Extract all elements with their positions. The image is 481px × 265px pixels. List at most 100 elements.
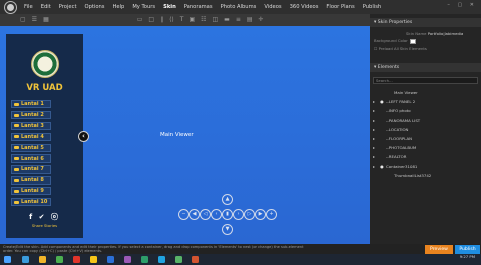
floor-button-8[interactable]: Lantai 8	[11, 176, 51, 185]
share-label[interactable]: Share Stories	[6, 223, 83, 228]
skin-properties-title[interactable]: ▾ Skin Properties	[370, 18, 481, 27]
skin-name-field[interactable]: Portfolio|labimedia	[428, 31, 464, 36]
container-tool-icon[interactable]: ▭	[137, 14, 143, 26]
floor-button-4[interactable]: Lantai 4	[11, 132, 51, 141]
skin-canvas[interactable]: VR UAD Lantai 1 Lantai 2 Lantai 3 Lantai 4L…	[0, 26, 370, 244]
floor-button-1[interactable]: Lantai 1	[11, 100, 51, 109]
menu-skin[interactable]: Skin	[159, 0, 180, 14]
menu-file[interactable]: File	[20, 0, 37, 14]
collapse-panel-button[interactable]: ‹	[78, 131, 89, 142]
zoom-in-icon[interactable]: +	[266, 209, 277, 220]
align-tool-icon[interactable]: ≡	[236, 14, 241, 26]
text-tool-icon[interactable]: T	[180, 14, 184, 26]
square-tool-icon[interactable]: □	[148, 14, 154, 26]
floor-button-2[interactable]: Lantai 2	[11, 110, 51, 120]
tree-row[interactable]: ▸ --FLOORPLAN	[370, 134, 481, 143]
tree-row[interactable]: ThumbnailList3742	[370, 171, 481, 180]
menu-360-videos[interactable]: 360 Videos	[286, 0, 323, 14]
rotate-left-icon[interactable]: ◀	[189, 209, 200, 220]
layer-tool-icon[interactable]: ☰	[32, 14, 37, 26]
tree-row[interactable]: ▸ --PANORAMA LIST	[370, 116, 481, 125]
code-tool-icon[interactable]: ⟨⟩	[169, 14, 174, 26]
tree-row[interactable]: Main Viewer	[370, 88, 481, 97]
window-controls[interactable]: – ▢ ✕	[447, 2, 477, 8]
elements-search-input[interactable]: Search...	[373, 77, 478, 84]
expand-arrow-icon[interactable]: ▸	[370, 164, 378, 169]
background-color-swatch[interactable]	[409, 38, 416, 44]
tree-row[interactable]: ▸ --LOCATION	[370, 125, 481, 134]
taskbar-app-icon[interactable]	[141, 256, 148, 263]
expand-arrow-icon[interactable]: ▸	[370, 99, 378, 104]
floor-button-3[interactable]: Lantai 3	[11, 121, 51, 131]
tree-row[interactable]: ▸ --PHOTOALBUM	[370, 143, 481, 152]
visibility-eye-icon[interactable]: ●	[378, 99, 386, 104]
taskbar-app-icon[interactable]	[22, 256, 29, 263]
arrow-up-icon[interactable]: ▲	[222, 194, 233, 205]
table-tool-icon[interactable]: ▤	[247, 14, 253, 26]
play-icon[interactable]: ▮	[222, 209, 233, 220]
social-icons[interactable]: f ✔ ⓞ	[6, 212, 83, 222]
left-panel[interactable]: VR UAD Lantai 1 Lantai 2 Lantai 3 Lantai 4L…	[6, 34, 83, 238]
floor-button-9[interactable]: Lantai 9	[11, 187, 51, 196]
taskbar-app-icon[interactable]	[39, 256, 46, 263]
arrow-right-icon[interactable]: ▷	[244, 209, 255, 220]
minus-tool-icon[interactable]: ▬	[224, 14, 230, 26]
expand-arrow-icon[interactable]: ▸	[370, 118, 378, 123]
expand-arrow-icon[interactable]: ▸	[370, 154, 378, 159]
menu-edit[interactable]: Edit	[37, 0, 55, 14]
floor-button-6[interactable]: Lantai 6	[11, 154, 51, 163]
menu-project[interactable]: Project	[55, 0, 81, 14]
expand-arrow-icon[interactable]: ▸	[370, 136, 378, 141]
menu-floor-plans[interactable]: Floor Plans	[322, 0, 358, 14]
move-tool-icon[interactable]: ✛	[259, 14, 264, 26]
tree-row[interactable]: ▸ --REALTOR	[370, 152, 481, 161]
menu-help[interactable]: Help	[109, 0, 129, 14]
menu-publish[interactable]: Publish	[359, 0, 386, 14]
taskbar-app-icon[interactable]	[73, 256, 80, 263]
background-color-row[interactable]: Background Color	[374, 38, 416, 44]
grid-tool-icon[interactable]: ▦	[43, 14, 49, 26]
next-pano-icon[interactable]: ›	[233, 209, 244, 220]
rotate-right-icon[interactable]: ▶	[255, 209, 266, 220]
list-tool-icon[interactable]: ☷	[201, 14, 206, 26]
image-tool-icon[interactable]: ▣	[189, 14, 195, 26]
taskbar-app-icon[interactable]	[56, 256, 63, 263]
select-tool-icon[interactable]: ▢	[20, 14, 26, 26]
menu-photo-albums[interactable]: Photo Albums	[217, 0, 261, 14]
taskbar-app-icon[interactable]	[90, 256, 97, 263]
expand-arrow-icon[interactable]: ▸	[370, 145, 378, 150]
floor-list: Lantai 1 Lantai 2 Lantai 3 Lantai 4 Lantai 5…	[11, 100, 51, 209]
web-tool-icon[interactable]: ◫	[213, 14, 219, 26]
menu-options[interactable]: Options	[80, 0, 108, 14]
start-menu-icon[interactable]	[4, 256, 11, 263]
floor-button-10[interactable]: Lantai 10	[11, 198, 51, 207]
link-tool-icon[interactable]: ∥	[160, 14, 163, 26]
zoom-out-icon[interactable]: −	[178, 209, 189, 220]
tree-row[interactable]: ▸ --INFO photo	[370, 106, 481, 115]
prev-pano-icon[interactable]: ‹	[211, 209, 222, 220]
visibility-eye-icon[interactable]: ●	[378, 164, 386, 169]
taskbar-app-icon[interactable]	[107, 256, 114, 263]
app-logo-icon[interactable]	[0, 0, 20, 14]
system-tray[interactable]: 9:27 PM	[460, 254, 475, 260]
floor-button-5[interactable]: Lantai 5	[11, 143, 51, 152]
expand-arrow-icon[interactable]: ▸	[370, 108, 378, 113]
tree-row[interactable]: ▸ ● --LEFT PANEL 2	[370, 97, 481, 106]
menu-videos[interactable]: Videos	[260, 0, 285, 14]
arrow-left-icon[interactable]: ◁	[200, 209, 211, 220]
menu-my-tours[interactable]: My Tours	[128, 0, 159, 14]
skin-name-row[interactable]: Skin Name Portfolio|labimedia	[406, 31, 463, 36]
arrow-down-icon[interactable]: ▼	[222, 224, 233, 235]
publish-button[interactable]: Publish	[455, 244, 480, 254]
preview-button[interactable]: Preview	[425, 244, 453, 254]
expand-arrow-icon[interactable]: ▸	[370, 127, 378, 132]
elements-title[interactable]: ▾ Elements	[370, 63, 481, 72]
preload-row[interactable]: ☐ Preload All Skin Elements	[374, 46, 427, 51]
floor-button-7[interactable]: Lantai 7	[11, 165, 51, 174]
taskbar-app-icon[interactable]	[192, 256, 199, 263]
taskbar-app-icon[interactable]	[175, 256, 182, 263]
taskbar-app-icon[interactable]	[158, 256, 165, 263]
menu-panoramas[interactable]: Panoramas	[180, 0, 217, 14]
tree-row[interactable]: ▸ ● Container31081	[370, 162, 481, 171]
taskbar-app-icon[interactable]	[124, 256, 131, 263]
